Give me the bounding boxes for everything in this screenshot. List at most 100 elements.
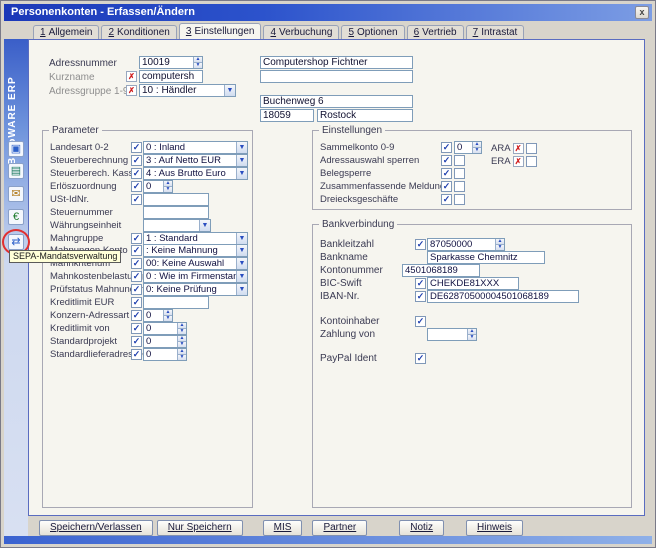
sepa-mandatsverwaltung-icon[interactable]: ⇄ (8, 234, 24, 250)
adressgruppe-dropdown[interactable]: 10 : Händler ▼ (139, 84, 236, 97)
standardprojekt-field[interactable]: 0▲▼ (143, 335, 187, 348)
mahnkriterium-checkbox[interactable]: ✓ (131, 258, 142, 269)
era-checkbox[interactable] (526, 156, 537, 167)
partner-button[interactable]: Partner (312, 520, 367, 536)
steuerberech-kasse-dropdown[interactable]: 4 : Aus Brutto Euro▼ (143, 167, 248, 180)
spin-down-icon[interactable]: ▼ (163, 315, 172, 321)
erloeszuordnung-spinner[interactable]: 0▲▼ (143, 180, 173, 193)
steuerberechnung-checkbox[interactable]: ✓ (131, 155, 142, 166)
chevron-down-icon[interactable]: ▼ (236, 284, 247, 295)
spin-down-icon[interactable]: ▼ (495, 244, 504, 250)
kreditlimit-eur-field[interactable] (143, 296, 209, 309)
dreiecksgeschaefte-secondary-checkbox[interactable] (454, 194, 465, 205)
standardprojekt-checkbox[interactable]: ✓ (131, 336, 142, 347)
ara-checkbox[interactable] (526, 143, 537, 154)
mahnkostenbelastung-checkbox[interactable]: ✓ (131, 271, 142, 282)
tab-intrastat[interactable]: 7Intrastat (466, 25, 525, 39)
bic-swift-checkbox[interactable]: ✓ (415, 278, 426, 289)
chevron-down-icon[interactable]: ▼ (236, 258, 247, 269)
kreditlimit-von-checkbox[interactable]: ✓ (131, 323, 142, 334)
mahnkriterium-dropdown[interactable]: 00: Keine Auswahl▼ (143, 257, 248, 270)
hinweis-button[interactable]: Hinweis (466, 520, 523, 536)
chevron-down-icon[interactable]: ▼ (236, 245, 247, 256)
kurzname-field[interactable]: computersh (139, 70, 203, 83)
spin-down-icon[interactable]: ▼ (177, 354, 186, 360)
kreditlimit-eur-checkbox[interactable]: ✓ (131, 297, 142, 308)
tab-vertrieb[interactable]: 6Vertrieb (407, 25, 464, 39)
spin-down-icon[interactable]: ▼ (193, 62, 202, 68)
name2-field[interactable] (260, 70, 413, 83)
table-icon[interactable]: ▤ (8, 163, 24, 179)
chevron-down-icon[interactable]: ▼ (236, 168, 247, 179)
standardlieferadresse-checkbox[interactable]: ✓ (131, 349, 142, 360)
bankleitzahl-checkbox[interactable]: ✓ (415, 239, 426, 250)
kontonummer-field[interactable]: 4501068189 (402, 264, 480, 277)
speichern-verlassen-button[interactable]: Speichern/Verlassen (39, 520, 153, 536)
mis-button[interactable]: MIS (263, 520, 303, 536)
mahngruppe-dropdown[interactable]: 1 : Standard▼ (143, 232, 248, 245)
spin-down-icon[interactable]: ▼ (177, 341, 186, 347)
steuerberechnung-dropdown[interactable]: 3 : Auf Netto EUR▼ (143, 154, 248, 167)
belegsperre-checkbox[interactable]: ✓ (441, 168, 452, 179)
strasse-field[interactable]: Buchenweg 6 (260, 95, 413, 108)
name1-field[interactable]: Computershop Fichtner (260, 56, 413, 69)
steuernummer-field[interactable] (143, 206, 209, 219)
chevron-down-icon[interactable]: ▼ (236, 155, 247, 166)
konzern-adressart-checkbox[interactable]: ✓ (131, 310, 142, 321)
belegsperre-secondary-checkbox[interactable] (454, 168, 465, 179)
pruefstatus-checkbox[interactable]: ✓ (131, 284, 142, 295)
bankleitzahl-field[interactable]: 87050000▲▼ (427, 238, 505, 251)
chevron-down-icon[interactable]: ▼ (236, 271, 247, 282)
iban-checkbox[interactable]: ✓ (415, 291, 426, 302)
zusammenfassende-meldung-checkbox[interactable]: ✓ (441, 181, 452, 192)
chevron-down-icon[interactable]: ▼ (236, 233, 247, 244)
tab-optionen[interactable]: 5Optionen (341, 25, 404, 39)
mahnungen-konto-dropdown[interactable]: : Keine Mahnung▼ (143, 244, 248, 257)
ust-idnr-field[interactable] (143, 193, 209, 206)
chevron-down-icon[interactable]: ▼ (224, 85, 235, 96)
waehrungseinheit-dropdown[interactable]: ▼ (143, 219, 211, 232)
spin-down-icon[interactable]: ▼ (163, 186, 172, 192)
tab-konditionen[interactable]: 2Konditionen (101, 25, 176, 39)
notiz-button[interactable]: Notiz (399, 520, 444, 536)
landesart-checkbox[interactable]: ✓ (131, 142, 142, 153)
spin-down-icon[interactable]: ▼ (177, 328, 186, 334)
ort-field[interactable]: Rostock (317, 109, 413, 122)
zahlung-von-field[interactable]: ▲▼ (427, 328, 477, 341)
title-bar[interactable]: Personenkonten - Erfassen/Ändern x (4, 4, 652, 21)
landesart-dropdown[interactable]: 0 : Inland▼ (143, 141, 248, 154)
pruefstatus-mahnungen-dropdown[interactable]: 0: Keine Prüfung▼ (143, 283, 248, 296)
chevron-down-icon[interactable]: ▼ (199, 220, 210, 231)
mahnkostenbelastung-dropdown[interactable]: 0 : Wie im Firmenstamm eing▼ (143, 270, 248, 283)
mail-icon[interactable]: ✉ (8, 186, 24, 202)
standardlieferadresse-field[interactable]: 0▲▼ (143, 348, 187, 361)
adressnummer-field[interactable]: 10019 ▲▼ (139, 56, 203, 69)
plz-field[interactable]: 18059 (260, 109, 314, 122)
spin-down-icon[interactable]: ▼ (472, 147, 481, 153)
tab-einstellungen[interactable]: 3Einstellungen (179, 23, 262, 39)
spin-down-icon[interactable]: ▼ (467, 334, 476, 340)
euro-icon[interactable]: € (8, 209, 24, 225)
konzern-adressart-spinner[interactable]: 0▲▼ (143, 309, 173, 322)
adressauswahl-secondary-checkbox[interactable] (454, 155, 465, 166)
chevron-down-icon[interactable]: ▼ (236, 142, 247, 153)
steuerberech-kasse-checkbox[interactable]: ✓ (131, 168, 142, 179)
era-clear-icon[interactable]: ✗ (513, 156, 524, 167)
nur-speichern-button[interactable]: Nur Speichern (157, 520, 243, 536)
adressgruppe-clear-icon[interactable]: ✗ (126, 85, 137, 96)
sammelkonto-checkbox[interactable]: ✓ (441, 142, 452, 153)
window-icon[interactable]: ▣ (8, 141, 24, 157)
sammelkonto-spinner[interactable]: 0▲▼ (454, 141, 482, 154)
dreiecksgeschaefte-checkbox[interactable]: ✓ (441, 194, 452, 205)
kurzname-clear-icon[interactable]: ✗ (126, 71, 137, 82)
adressauswahl-checkbox[interactable]: ✓ (441, 155, 452, 166)
erloeszuordnung-checkbox[interactable]: ✓ (131, 181, 142, 192)
close-button[interactable]: x (635, 6, 649, 19)
paypal-ident-checkbox[interactable]: ✓ (415, 353, 426, 364)
zusammenfassende-meldung-secondary-checkbox[interactable] (454, 181, 465, 192)
iban-field[interactable]: DE62870500004501068189 (427, 290, 579, 303)
bankname-field[interactable]: Sparkasse Chemnitz (427, 251, 545, 264)
bic-swift-field[interactable]: CHEKDE81XXX (427, 277, 519, 290)
ara-clear-icon[interactable]: ✗ (513, 143, 524, 154)
mahnungen-konto-checkbox[interactable]: ✓ (131, 245, 142, 256)
